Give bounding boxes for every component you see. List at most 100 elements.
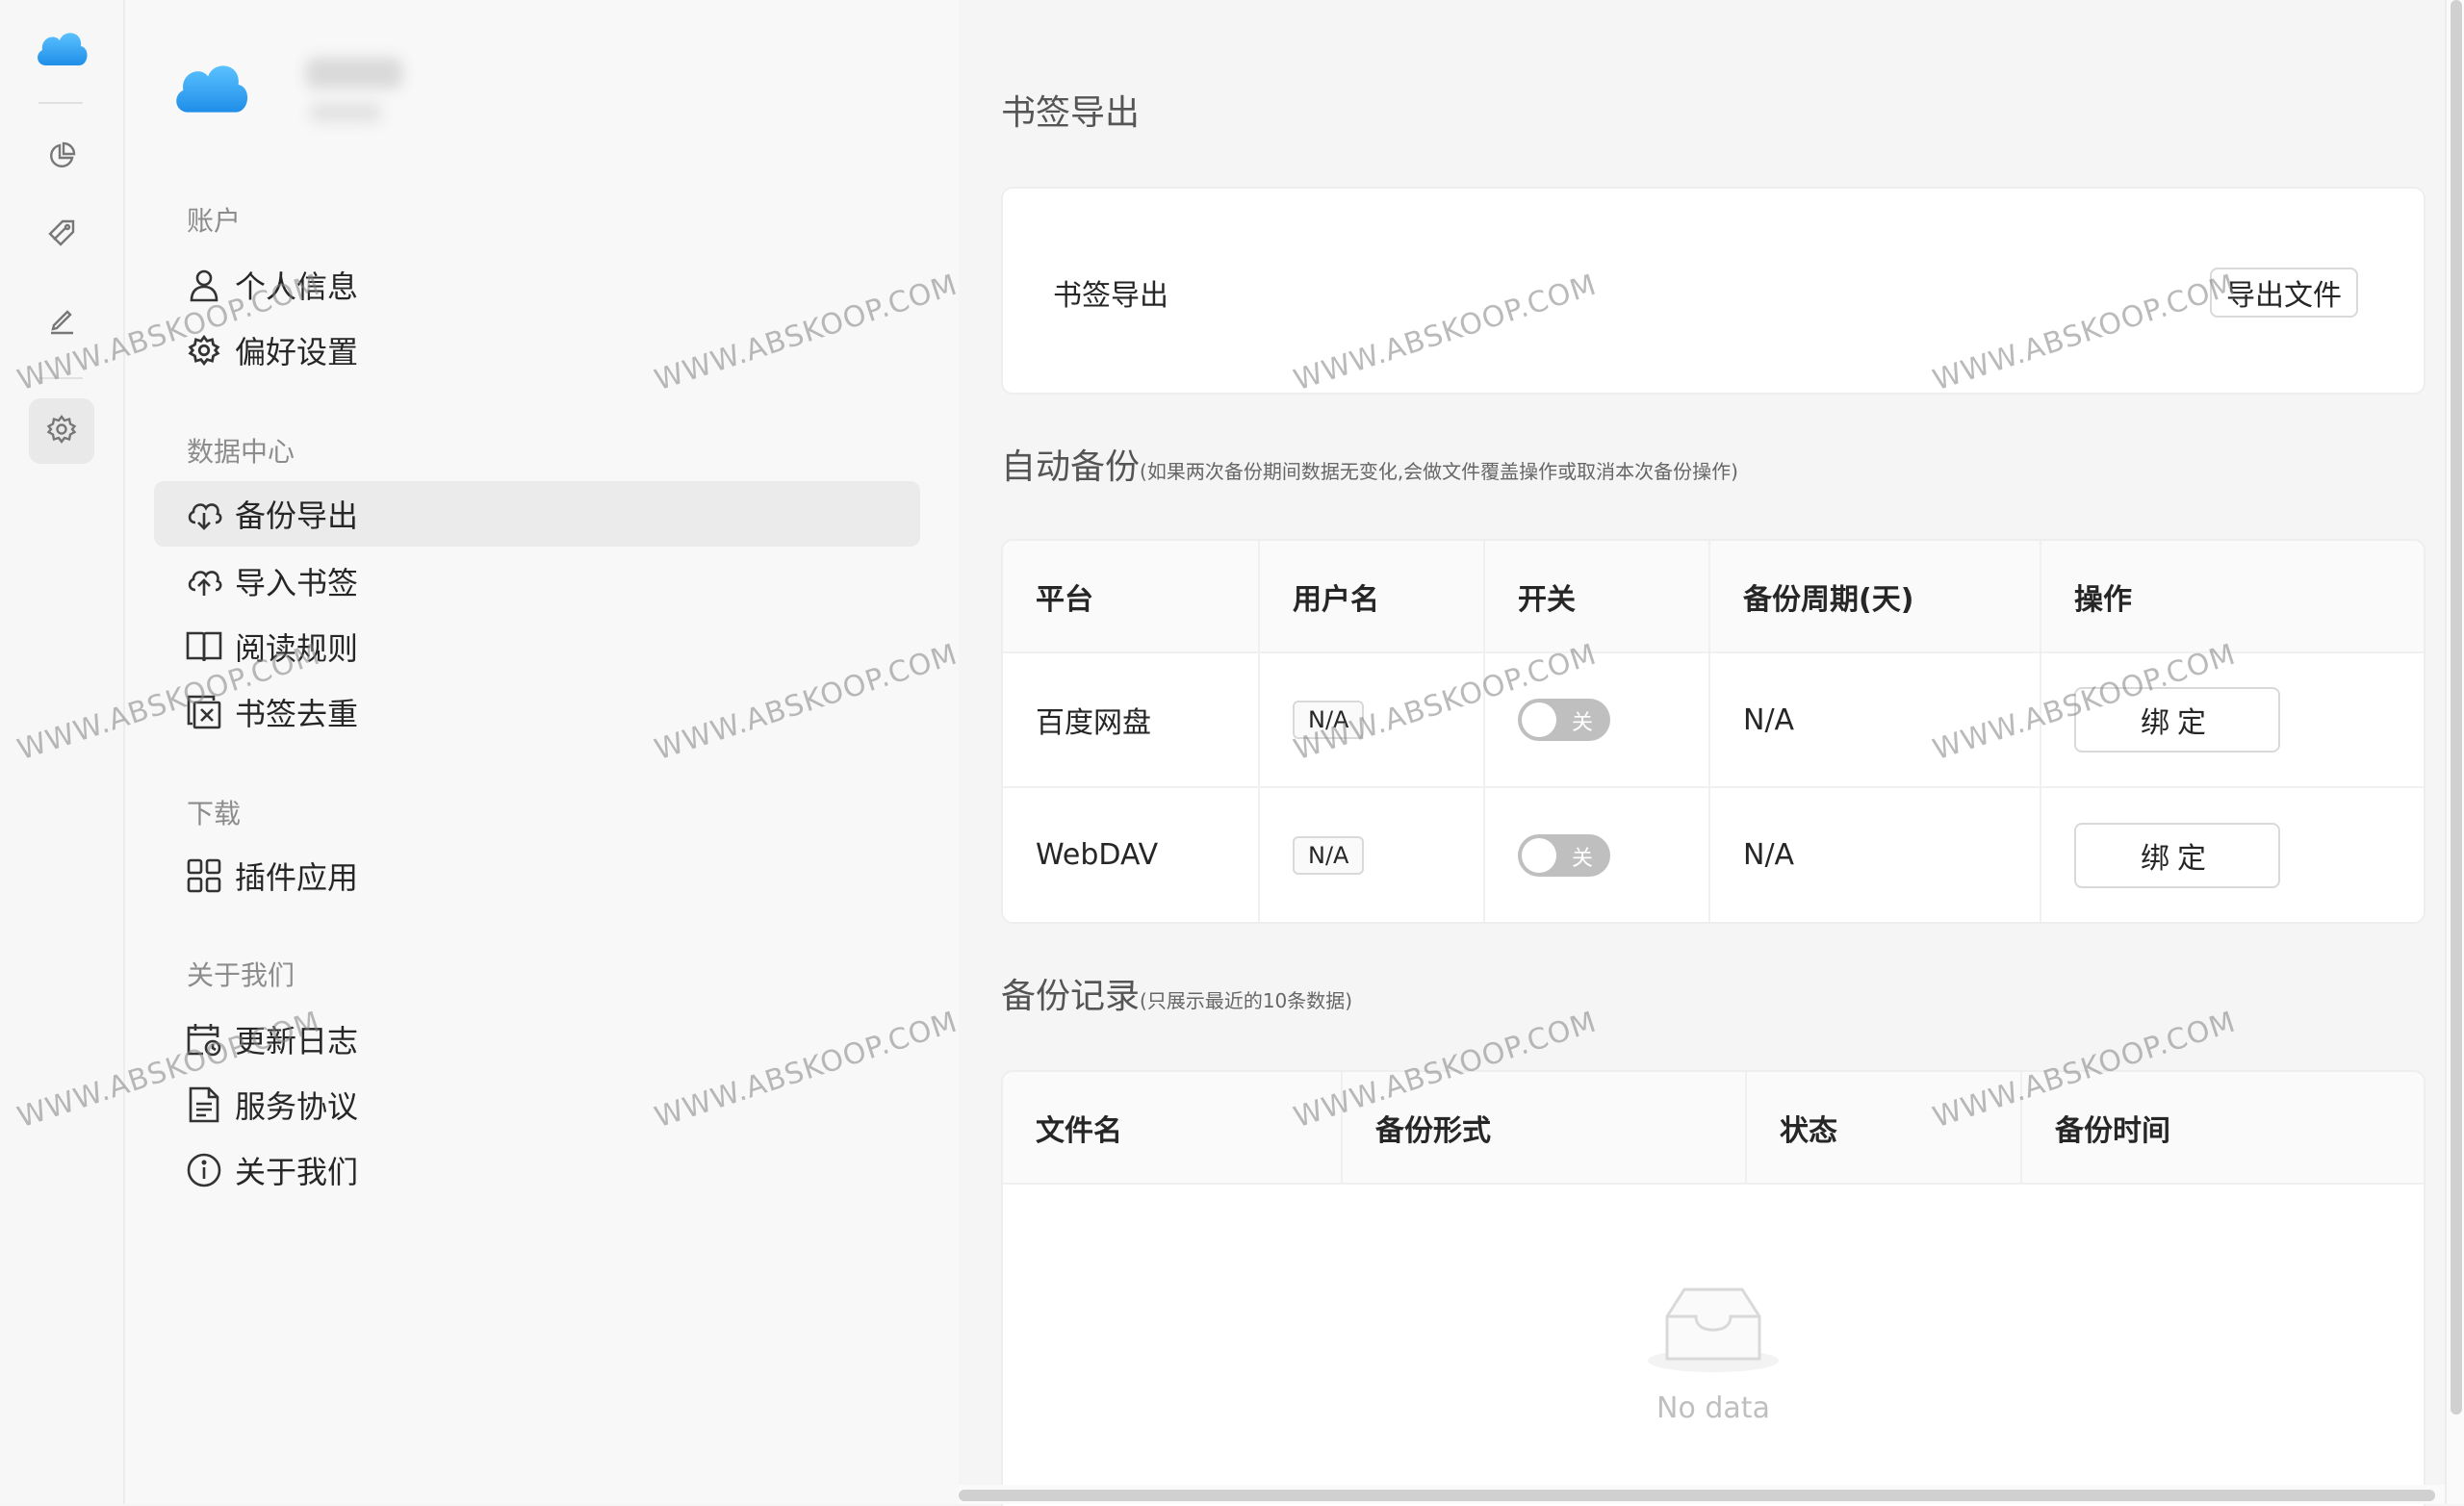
column-header: 文件名 bbox=[1003, 1072, 1342, 1185]
horizontal-scrollbar[interactable] bbox=[959, 1485, 2445, 1504]
tag-icon bbox=[46, 217, 77, 252]
pie-chart-icon bbox=[46, 140, 77, 175]
auto-backup-note: (如果两次备份期间数据无变化,会做文件覆盖操作或取消本次备份操作) bbox=[1140, 460, 1738, 483]
section-account-title: 账户 bbox=[187, 205, 242, 237]
records-table: 文件名 备份形式 状态 备份时间 bbox=[1003, 1072, 2424, 1185]
auto-backup-table: 平台 用户名 开关 备份周期(天) 操作 百度网盘 N/A 关 N/A 绑定 W… bbox=[1003, 541, 2424, 922]
export-card: 书签导出 导出文件 bbox=[1001, 187, 2426, 395]
sidebar-item-plugins[interactable]: 插件应用 bbox=[154, 843, 920, 908]
gear-icon bbox=[185, 331, 223, 370]
rail-settings-button[interactable] bbox=[29, 398, 94, 464]
sidebar-item-reading-rules[interactable]: 阅读规则 bbox=[154, 614, 920, 679]
column-header: 备份形式 bbox=[1341, 1072, 1746, 1185]
pen-icon bbox=[46, 304, 77, 339]
column-header: 备份周期(天) bbox=[1708, 541, 2040, 653]
table-row: 百度网盘 N/A 关 N/A 绑定 bbox=[1003, 652, 2424, 787]
records-heading: 备份记录 bbox=[1001, 977, 1141, 1016]
app-logo-icon[interactable] bbox=[33, 25, 90, 71]
auto-backup-heading: 自动备份 bbox=[1001, 447, 1141, 487]
sidebar-item-service-agreement[interactable]: 服务协议 bbox=[154, 1072, 920, 1137]
brand-logo-icon bbox=[169, 54, 252, 119]
action-cell: 绑定 bbox=[2040, 786, 2424, 922]
rail-divider bbox=[38, 102, 83, 104]
action-cell: 绑定 bbox=[2040, 652, 2424, 787]
records-table-card: 文件名 备份形式 状态 备份时间 No data bbox=[1001, 1070, 2426, 1506]
backup-toggle[interactable]: 关 bbox=[1518, 833, 1610, 877]
column-header: 备份时间 bbox=[2020, 1072, 2424, 1185]
platform-cell: WebDAV bbox=[1003, 786, 1259, 922]
sidebar-item-label: 关于我们 bbox=[235, 1154, 359, 1190]
rail-bookmarks-button[interactable] bbox=[29, 202, 94, 268]
sidebar-item-label: 备份导出 bbox=[235, 498, 359, 534]
sidebar-item-label: 阅读规则 bbox=[235, 630, 359, 667]
bind-button[interactable]: 绑定 bbox=[2074, 687, 2280, 753]
empty-state: No data bbox=[1003, 1282, 2424, 1425]
icon-rail bbox=[0, 0, 125, 1504]
empty-inbox-icon bbox=[1003, 1282, 2424, 1378]
apps-grid-icon bbox=[185, 856, 223, 895]
column-header: 操作 bbox=[2040, 541, 2424, 653]
sidebar-item-label: 偏好设置 bbox=[235, 334, 359, 370]
cloud-download-icon bbox=[185, 495, 223, 533]
empty-text: No data bbox=[1656, 1391, 1770, 1425]
sidebar-item-label: 更新日志 bbox=[235, 1023, 359, 1059]
column-header: 状态 bbox=[1745, 1072, 2021, 1185]
username-cell: N/A bbox=[1258, 786, 1484, 922]
info-icon bbox=[185, 1151, 223, 1189]
platform-cell: 百度网盘 bbox=[1036, 706, 1151, 740]
book-icon bbox=[185, 627, 223, 666]
records-title: 备份记录(只展示最近的10条数据) bbox=[1001, 968, 1352, 1018]
sidebar-item-label: 服务协议 bbox=[235, 1088, 359, 1125]
sidebar-item-label: 插件应用 bbox=[235, 859, 359, 896]
rail-dashboard-button[interactable] bbox=[29, 125, 94, 191]
dedupe-icon bbox=[185, 693, 223, 731]
username-tag: N/A bbox=[1293, 835, 1365, 875]
vertical-scrollbar-thumb[interactable] bbox=[2451, 0, 2462, 1415]
sidebar-item-profile[interactable]: 个人信息 bbox=[154, 252, 920, 318]
sidebar-item-about-us[interactable]: 关于我们 bbox=[154, 1137, 920, 1203]
section-data-center-title: 数据中心 bbox=[187, 436, 295, 468]
cloud-upload-icon bbox=[185, 562, 223, 600]
column-header: 用户名 bbox=[1258, 541, 1484, 653]
backup-toggle[interactable]: 关 bbox=[1518, 699, 1610, 741]
column-header: 平台 bbox=[1003, 541, 1259, 653]
sidebar-item-label: 书签去重 bbox=[235, 696, 359, 732]
period-cell: N/A bbox=[1708, 652, 2040, 787]
period-cell: N/A bbox=[1708, 786, 2040, 922]
column-header: 开关 bbox=[1483, 541, 1709, 653]
toggle-knob bbox=[1522, 837, 1556, 873]
username-tag: N/A bbox=[1293, 701, 1365, 739]
switch-cell: 关 bbox=[1483, 786, 1709, 922]
user-icon bbox=[185, 266, 223, 304]
sidebar-item-dedupe-bookmarks[interactable]: 书签去重 bbox=[154, 679, 920, 745]
rail-edit-button[interactable] bbox=[29, 289, 94, 354]
section-about-title: 关于我们 bbox=[187, 959, 295, 991]
records-note: (只展示最近的10条数据) bbox=[1140, 989, 1353, 1012]
horizontal-scrollbar-thumb[interactable] bbox=[959, 1490, 2435, 1501]
document-icon bbox=[185, 1085, 223, 1124]
auto-backup-title: 自动备份(如果两次备份期间数据无变化,会做文件覆盖操作或取消本次备份操作) bbox=[1001, 439, 1738, 489]
sidebar-item-changelog[interactable]: 更新日志 bbox=[154, 1007, 920, 1072]
username-cell: N/A bbox=[1258, 652, 1484, 787]
sidebar-item-preferences[interactable]: 偏好设置 bbox=[154, 318, 920, 383]
export-file-button[interactable]: 导出文件 bbox=[2210, 268, 2358, 318]
toggle-text: 关 bbox=[1571, 711, 1593, 735]
switch-cell: 关 bbox=[1483, 652, 1709, 787]
page-title: 书签导出 bbox=[1001, 93, 1141, 133]
sidebar-item-import-bookmarks[interactable]: 导入书签 bbox=[154, 549, 920, 614]
section-download-title: 下载 bbox=[187, 798, 242, 830]
export-label: 书签导出 bbox=[1053, 279, 1168, 313]
main-content: 书签导出 书签导出 导出文件 自动备份(如果两次备份期间数据无变化,会做文件覆盖… bbox=[959, 0, 2445, 1506]
settings-sidebar: 账户 个人信息 偏好设置 数据中心 备份导出 导入书签 阅读规则 书签去重 下载… bbox=[125, 0, 959, 1504]
table-row: WebDAV N/A 关 N/A 绑定 bbox=[1003, 786, 2424, 922]
sidebar-item-label: 导入书签 bbox=[235, 565, 359, 601]
vertical-scrollbar[interactable] bbox=[2445, 0, 2464, 1504]
calendar-clock-icon bbox=[185, 1020, 223, 1059]
bind-button[interactable]: 绑定 bbox=[2074, 822, 2280, 888]
gear-icon bbox=[46, 414, 77, 448]
sidebar-item-backup-export[interactable]: 备份导出 bbox=[154, 481, 920, 547]
toggle-knob bbox=[1522, 702, 1556, 737]
sidebar-item-label: 个人信息 bbox=[235, 268, 359, 305]
blurred-user-id bbox=[310, 102, 381, 123]
blurred-username bbox=[306, 58, 402, 89]
